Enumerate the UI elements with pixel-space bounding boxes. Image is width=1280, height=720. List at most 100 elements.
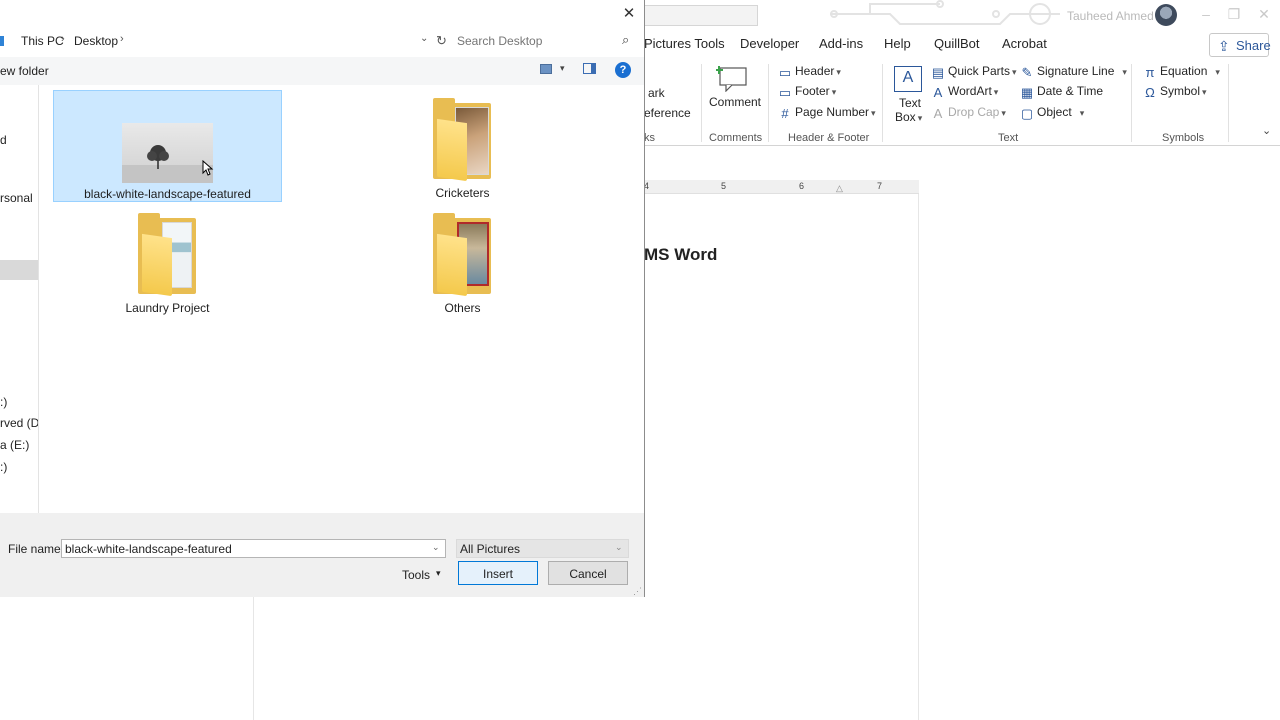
nav-item[interactable]: :) — [0, 395, 7, 409]
resize-grip-icon[interactable]: ⋰ — [633, 586, 642, 597]
file-name-input[interactable] — [61, 539, 446, 558]
dialog-footer: File name: ⌄ All Pictures ⌄ Tools ▾ Inse… — [0, 513, 644, 597]
nav-item[interactable]: rved (D: — [0, 416, 38, 430]
folder-icon — [138, 213, 196, 297]
help-icon[interactable]: ? — [615, 62, 631, 78]
page-number-button[interactable]: # Page Number ▾ — [778, 105, 875, 121]
restore-icon[interactable]: ❐ — [1224, 6, 1244, 23]
address-bar[interactable]: This PC › Desktop › — [0, 30, 450, 52]
header-icon: ▭ — [778, 65, 792, 80]
symbol-label: Symbol — [1160, 84, 1201, 98]
text-box-button[interactable]: Box ▾ — [895, 110, 922, 124]
chevron-right-icon[interactable]: › — [61, 33, 65, 45]
nav-item[interactable]: rsonal — [0, 191, 33, 205]
share-button[interactable]: ⇪ Share — [1209, 33, 1271, 57]
mouse-cursor-icon — [202, 160, 214, 176]
user-name[interactable]: Tauheed Ahmed — [1067, 9, 1154, 23]
date-time-label: Date & Time — [1037, 84, 1104, 98]
omega-icon: Ω — [1145, 85, 1155, 100]
tab-developer[interactable]: Developer — [740, 36, 799, 51]
indent-marker-icon[interactable]: △ — [836, 183, 843, 194]
minimize-icon[interactable]: – — [1196, 6, 1216, 22]
nav-item[interactable]: d — [0, 133, 7, 147]
symbol-button[interactable]: Ω Symbol ▾ — [1143, 84, 1206, 100]
search-box[interactable]: ⌕ — [452, 30, 640, 52]
breadcrumb-this-pc[interactable]: This PC — [21, 34, 64, 48]
file-name-label: File name: — [8, 542, 65, 556]
quick-parts-label: Quick Parts — [948, 64, 1011, 78]
folder-tile[interactable]: Laundry Project — [53, 205, 282, 317]
file-type-select[interactable]: All Pictures ⌄ — [456, 539, 629, 558]
folder-icon — [433, 98, 491, 182]
file-tile[interactable]: black-white-landscape-featured — [53, 90, 282, 202]
collapse-ribbon-icon[interactable]: ⌄ — [1262, 124, 1271, 137]
close-icon[interactable]: ✕ — [619, 4, 639, 22]
document-canvas — [644, 146, 1280, 720]
date-time-button[interactable]: ▦ Date & Time — [1020, 84, 1103, 100]
preview-pane-icon[interactable] — [583, 63, 596, 74]
header-button[interactable]: ▭ Header ▾ — [778, 64, 841, 80]
cancel-button[interactable]: Cancel — [548, 561, 628, 585]
comment-button[interactable]: Comment — [709, 95, 761, 109]
document-heading[interactable]: MS Word — [644, 245, 717, 265]
search-icon[interactable]: ⌕ — [622, 32, 629, 48]
symbols-group-label: Symbols — [1162, 132, 1205, 144]
text-box-icon[interactable]: A — [894, 66, 922, 92]
tab-help[interactable]: Help — [884, 36, 911, 51]
chevron-down-icon[interactable]: ▾ — [560, 63, 565, 74]
chevron-down-icon: ▾ — [831, 87, 837, 97]
bookmark-button[interactable]: ark — [648, 86, 665, 100]
wordart-button[interactable]: A WordArt ▾ — [931, 84, 999, 100]
equation-button[interactable]: π Equation ▾ — [1143, 64, 1220, 80]
quick-parts-button[interactable]: ▤ Quick Parts ▾ — [931, 64, 1017, 80]
date-time-icon: ▦ — [1020, 85, 1034, 100]
share-icon: ⇪ — [1218, 38, 1230, 54]
chevron-down-icon: ▾ — [1012, 67, 1017, 77]
file-list: black-white-landscape-featured Cricketer… — [40, 85, 644, 513]
drop-cap-label: Drop Cap — [948, 105, 1000, 119]
text-box-label-2: Box — [895, 110, 916, 124]
nav-item[interactable]: :) — [0, 460, 7, 474]
file-name: black-white-landscape-featured — [84, 187, 251, 201]
image-thumbnail — [122, 123, 213, 183]
avatar[interactable] — [1155, 4, 1177, 26]
drop-cap-button[interactable]: A Drop Cap ▾ — [931, 105, 1006, 121]
close-icon[interactable]: ✕ — [1254, 6, 1274, 23]
ruler-number: 5 — [721, 181, 727, 191]
comment-icon[interactable] — [715, 64, 750, 93]
tab-pictures-tools[interactable]: Pictures Tools — [644, 36, 725, 51]
signature-line-button[interactable]: ✎ Signature Line ▾ — [1020, 64, 1127, 80]
chevron-right-icon[interactable]: › — [120, 33, 124, 45]
tab-quillbot[interactable]: QuillBot — [934, 36, 980, 51]
chevron-down-icon[interactable]: ⌄ — [432, 542, 440, 553]
signature-line-icon: ✎ — [1021, 65, 1033, 80]
object-icon: ▢ — [1020, 106, 1034, 121]
refresh-icon[interactable]: ↻ — [436, 33, 447, 49]
object-button[interactable]: ▢ Object ▾ — [1020, 105, 1084, 121]
nav-selection-highlight — [0, 260, 38, 280]
wordart-label: WordArt — [948, 84, 992, 98]
insert-button[interactable]: Insert — [458, 561, 538, 585]
breadcrumb-desktop[interactable]: Desktop — [74, 34, 118, 48]
nav-item[interactable]: a (E:) — [0, 438, 29, 452]
word-search-box[interactable] — [644, 5, 758, 26]
pc-icon — [0, 36, 4, 46]
object-label: Object — [1037, 105, 1072, 119]
quick-parts-icon: ▤ — [931, 65, 945, 80]
tab-add-ins[interactable]: Add-ins — [819, 36, 863, 51]
new-folder-button[interactable]: ew folder — [0, 64, 49, 78]
chevron-down-icon: ▾ — [836, 67, 841, 77]
view-options-icon[interactable] — [540, 64, 552, 74]
tab-acrobat[interactable]: Acrobat — [1002, 36, 1047, 51]
search-input[interactable] — [457, 33, 617, 49]
tools-button[interactable]: Tools ▾ — [398, 565, 448, 585]
folder-tile[interactable]: Cricketers — [348, 90, 577, 202]
folder-name: Cricketers — [435, 186, 490, 200]
folder-tile[interactable]: Others — [348, 205, 577, 317]
comments-group-label: Comments — [709, 132, 763, 144]
footer-label: Footer — [795, 84, 830, 98]
footer-button[interactable]: ▭ Footer ▾ — [778, 84, 836, 100]
chevron-down-icon[interactable]: ⌄ — [420, 33, 428, 44]
text-box-label-1[interactable]: Text — [899, 96, 921, 110]
cross-reference-button[interactable]: eference — [644, 106, 691, 120]
